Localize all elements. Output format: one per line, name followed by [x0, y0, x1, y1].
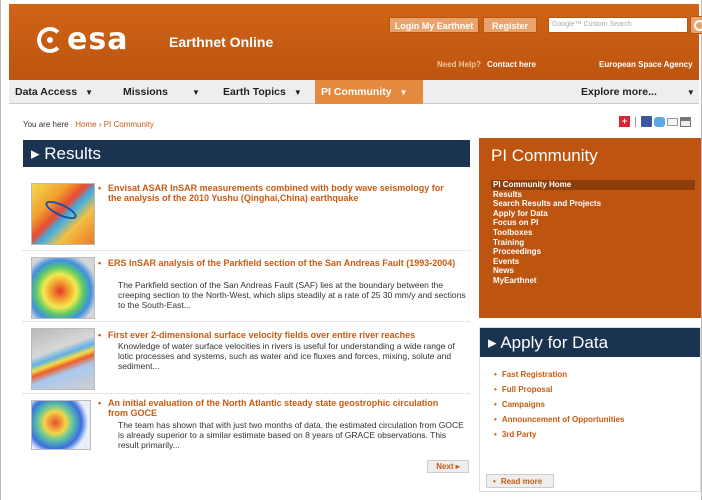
result-title[interactable]: First ever 2-dimensional surface velocit… — [98, 330, 458, 340]
caret-down-icon: ▼ — [293, 88, 302, 97]
main-nav: Data Access ▼ Missions ▼ Earth Topics ▼ PI … — [9, 80, 699, 104]
next-button[interactable]: Next ▸ — [427, 460, 469, 473]
result-item[interactable]: An initial evaluation of the North Atlan… — [23, 394, 470, 460]
caret-down-icon: ▼ — [85, 88, 93, 97]
pi-link-events[interactable]: Events — [491, 257, 695, 267]
apply-header: ▸ Apply for Data — [480, 328, 700, 357]
pi-link-search-results[interactable]: Search Results and Projects — [491, 199, 695, 209]
result-thumbnail[interactable] — [31, 257, 95, 319]
results-title: Results — [44, 144, 101, 163]
pi-link-apply[interactable]: Apply for Data — [491, 209, 695, 219]
next-arrow-icon: ▸ — [455, 462, 460, 471]
breadcrumb-home[interactable]: Home — [75, 120, 96, 129]
thumb-overlay — [43, 197, 79, 223]
breadcrumb-prefix: You are here — [23, 120, 69, 129]
page: esa Earthnet Online Login My Earthnet Re… — [0, 0, 702, 500]
result-item[interactable]: Envisat ASAR InSAR measurements combined… — [23, 175, 470, 251]
divider — [635, 117, 636, 127]
twitter-icon[interactable] — [654, 117, 665, 127]
site-header: esa Earthnet Online Login My Earthnet Re… — [9, 4, 702, 80]
result-title[interactable]: An initial evaluation of the North Atlan… — [98, 398, 458, 418]
pi-link-toolboxes[interactable]: Toolboxes — [491, 228, 695, 238]
nav-earth-topics[interactable]: Earth Topics ▼ — [223, 80, 319, 104]
esa-agency-link[interactable]: European Space Agency — [599, 60, 693, 69]
pi-community-panel: PI Community PI Community Home Results S… — [479, 138, 701, 318]
nav-label: PI Community — [321, 86, 392, 98]
result-description: The Parkfield section of the San Andreas… — [118, 280, 466, 310]
results-header: ▸ Results — [23, 140, 470, 167]
breadcrumb-current[interactable]: PI Community — [104, 120, 154, 129]
result-thumbnail[interactable] — [31, 400, 91, 450]
nav-data-access[interactable]: Data Access ▼ — [15, 80, 119, 104]
esa-logo[interactable]: esa — [37, 22, 128, 57]
nav-missions[interactable]: Missions ▼ — [123, 80, 219, 104]
site-name: Earthnet Online — [169, 34, 274, 50]
email-icon[interactable] — [667, 118, 678, 126]
result-description: Knowledge of water surface velocities in… — [118, 341, 455, 371]
pi-link-results[interactable]: Results — [491, 190, 695, 200]
nav-label: Earth Topics — [223, 86, 286, 98]
result-thumbnail[interactable] — [31, 328, 95, 390]
pi-link-proceedings[interactable]: Proceedings — [491, 247, 695, 257]
apply-links: Fast Registration Full Proposal Campaign… — [494, 367, 625, 442]
breadcrumb-separator: › — [98, 120, 102, 129]
nav-label: Explore more... — [581, 86, 657, 98]
result-title[interactable]: Envisat ASAR InSAR measurements combined… — [98, 183, 458, 203]
nav-label: Missions — [123, 86, 168, 98]
pi-community-title: PI Community — [491, 146, 598, 165]
apply-for-data-panel: ▸ Apply for Data Fast Registration Full … — [479, 327, 701, 492]
result-description: The team has shown that with just two mo… — [118, 420, 464, 450]
pi-link-training[interactable]: Training — [491, 238, 695, 248]
result-thumbnail[interactable] — [31, 183, 95, 245]
pi-link-home[interactable]: PI Community Home — [491, 180, 695, 190]
header-caret-icon: ▸ — [31, 144, 45, 163]
results-panel: ▸ Results Envisat ASAR InSAR measurement… — [23, 140, 470, 485]
nav-pi-community[interactable]: PI Community ▼ — [315, 80, 423, 104]
header-caret-icon: ▸ — [488, 333, 501, 352]
result-title[interactable]: ERS InSAR analysis of the Parkfield sect… — [98, 258, 458, 268]
apply-link-announcement[interactable]: Announcement of Opportunities — [494, 412, 625, 427]
caret-down-icon: ▼ — [191, 88, 200, 97]
print-icon[interactable] — [680, 117, 691, 127]
result-item[interactable]: First ever 2-dimensional surface velocit… — [23, 322, 470, 394]
login-button[interactable]: Login My Earthnet — [389, 17, 479, 33]
pi-link-focus[interactable]: Focus on PI — [491, 218, 695, 228]
caret-down-icon: ▼ — [686, 88, 695, 97]
pi-link-news[interactable]: News — [491, 266, 695, 276]
contact-link[interactable]: Contact here — [487, 60, 536, 69]
read-more-button[interactable]: Read more — [486, 474, 554, 488]
pi-community-links: PI Community Home Results Search Results… — [491, 180, 695, 286]
need-help-text: Need Help? — [437, 60, 482, 69]
breadcrumb: You are here Home › PI Community — [23, 120, 154, 129]
nav-label: Data Access — [15, 86, 78, 98]
esa-logo-mark-icon — [37, 26, 63, 53]
apply-title: Apply for Data — [500, 333, 609, 352]
apply-link-full-proposal[interactable]: Full Proposal — [494, 382, 624, 397]
next-label: Next — [436, 462, 454, 471]
caret-down-icon: ▼ — [399, 88, 408, 97]
search-input[interactable]: Google™ Custom Search — [548, 17, 688, 33]
pi-link-myearthnet[interactable]: MyEarthnet — [491, 276, 695, 286]
apply-link-campaigns[interactable]: Campaigns — [494, 397, 624, 412]
apply-link-3rd-party[interactable]: 3rd Party — [494, 427, 624, 442]
apply-link-fast-registration[interactable]: Fast Registration — [494, 367, 624, 382]
logo-text: esa — [67, 22, 129, 57]
plus-icon[interactable]: + — [619, 116, 630, 127]
result-item[interactable]: ERS InSAR analysis of the Parkfield sect… — [23, 251, 470, 322]
facebook-icon[interactable] — [641, 116, 652, 127]
search-icon[interactable] — [690, 16, 702, 34]
register-button[interactable]: Register — [483, 17, 537, 33]
nav-explore-more[interactable]: Explore more... ▼ — [581, 80, 697, 104]
